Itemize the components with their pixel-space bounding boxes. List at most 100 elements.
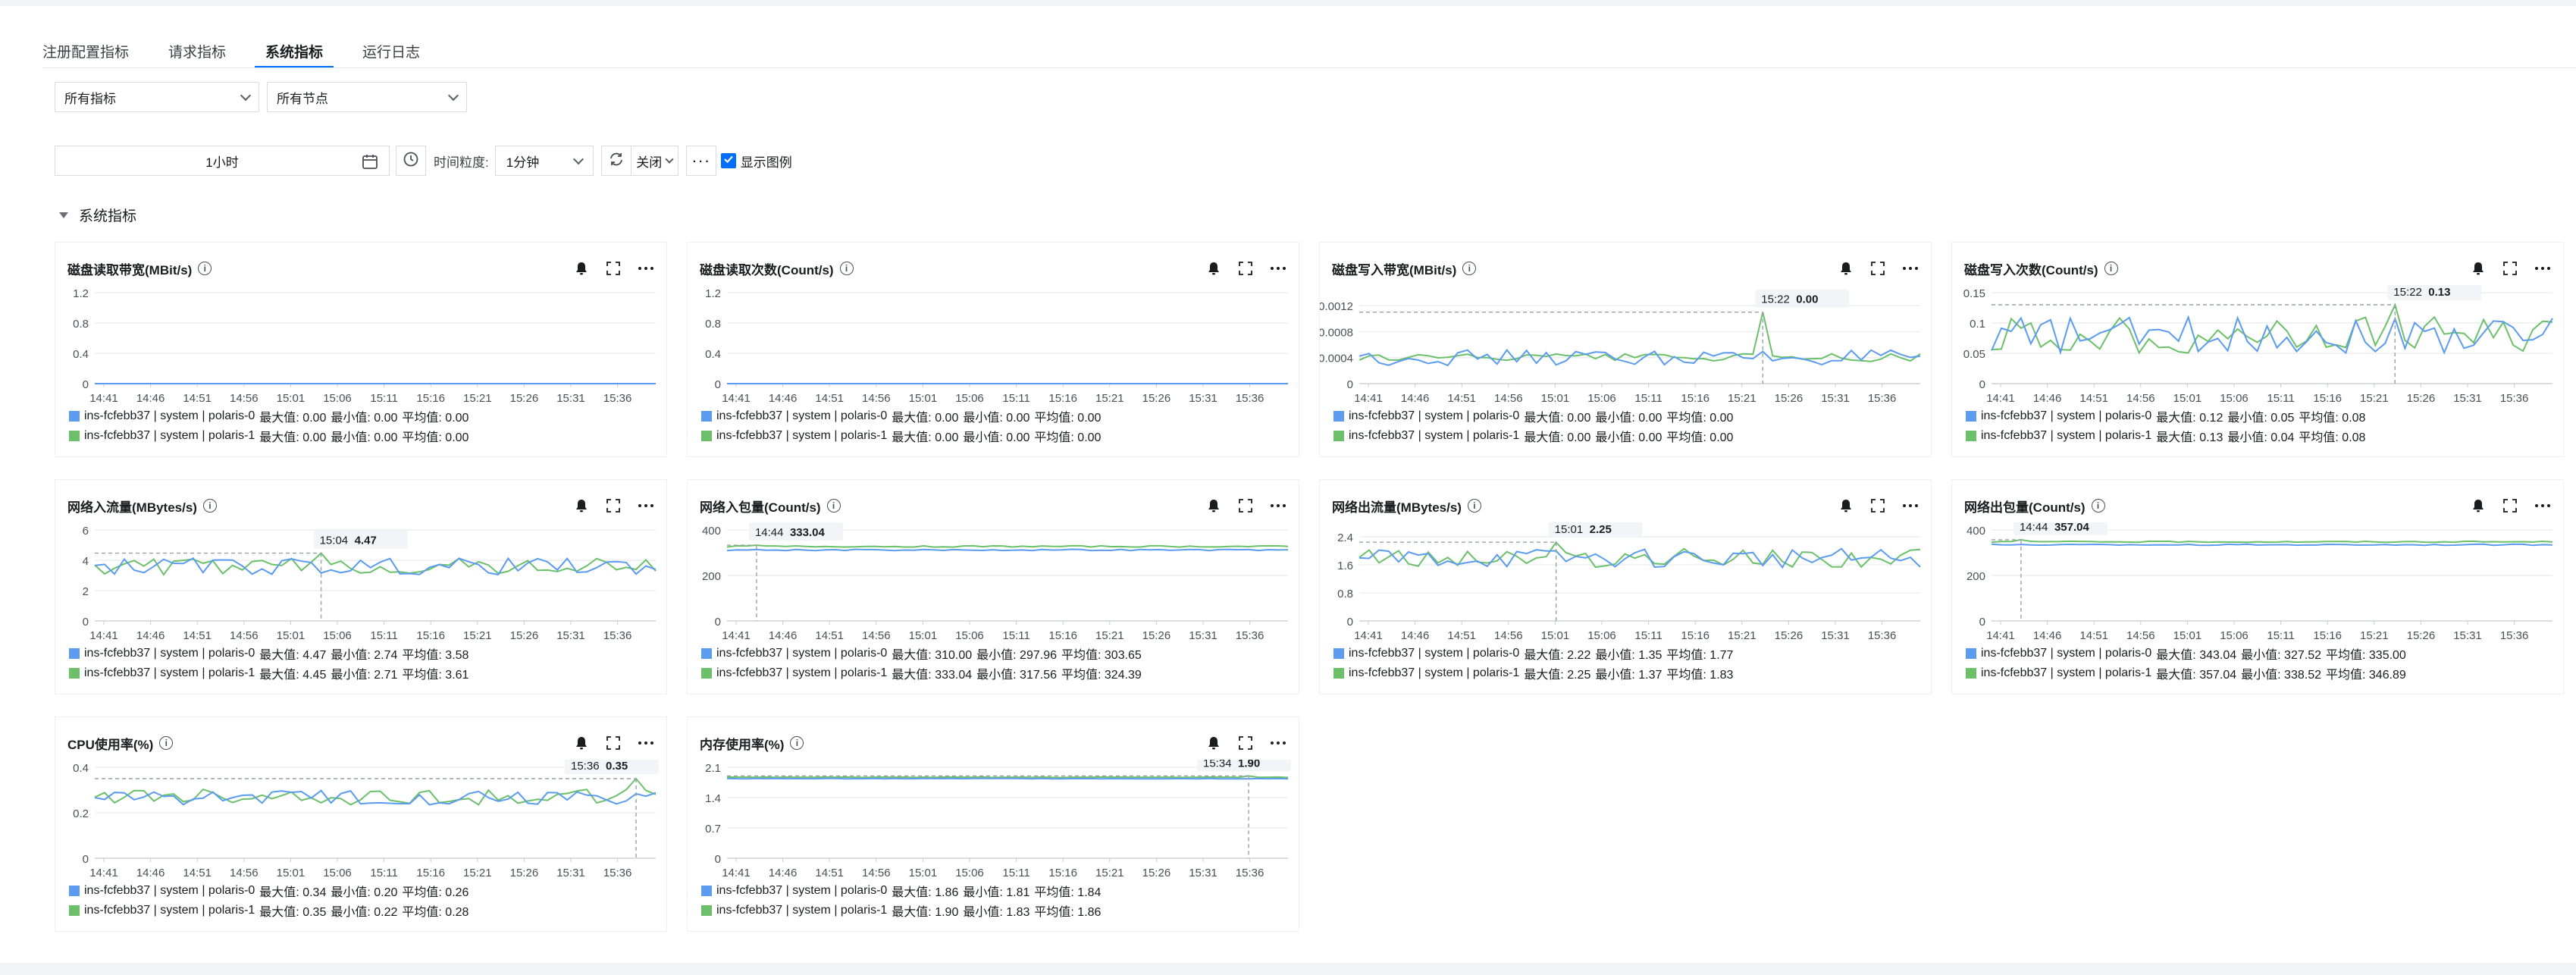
legend-item[interactable]: ins-fcfebb37 | system | polaris-1 最大值: 1.… [701, 901, 1101, 920]
granularity-select[interactable]: 1分钟 [494, 146, 594, 176]
tab-register-metrics[interactable]: 注册配置指标 [42, 33, 149, 68]
bell-icon[interactable] [1206, 261, 1221, 276]
more-icon[interactable] [1902, 261, 1919, 276]
legend-item[interactable]: ins-fcfebb37 | system | polaris-0 最大值: 0.… [701, 406, 1101, 426]
more-icon[interactable] [1270, 498, 1286, 513]
info-icon[interactable]: i [159, 736, 174, 750]
x-tick-label: 15:21 [2360, 392, 2389, 405]
fullscreen-icon[interactable] [1238, 498, 1253, 513]
info-icon[interactable]: i [1462, 262, 1477, 275]
metric-panel: 磁盘写入次数(Count/s) i 0.15 0.1 0.05 0 14:41 14:46 14… [1951, 242, 2564, 457]
fullscreen-icon[interactable] [1238, 261, 1253, 276]
legend-item[interactable]: ins-fcfebb37 | system | polaris-1 最大值: 0.… [701, 426, 1101, 446]
metric-chart[interactable]: 2.1 1.4 0.7 014:41 14:46 14:51 14:56 15:01 15:06… [688, 760, 1300, 881]
fullscreen-icon[interactable] [606, 498, 621, 513]
bell-icon[interactable] [2471, 498, 2486, 513]
tooltip-value: 0.13 [2428, 286, 2450, 299]
legend-item[interactable]: ins-fcfebb37 | system | polaris-0 最大值: 0.… [1333, 406, 1733, 426]
panel-header: 内存使用率(%) i [700, 734, 1286, 752]
auto-refresh-select[interactable]: 关闭 [631, 146, 678, 176]
metric-chart[interactable]: 1.2 0.8 0.4 014:41 14:46 14:51 14:56 15:01 15:06… [55, 285, 668, 406]
more-icon[interactable] [1902, 498, 1919, 513]
info-icon[interactable]: i [826, 499, 841, 513]
metric-chart[interactable]: 6 4 2 014:41 14:46 14:51 14:56 15:01 15:06 15:11 1… [55, 522, 668, 644]
show-legend-checkbox[interactable] [720, 153, 736, 168]
legend-item[interactable]: ins-fcfebb37 | system | polaris-0 最大值: 34… [1966, 644, 2406, 663]
metric-chart[interactable]: 0.15 0.1 0.05 014:41 14:46 14:51 14:56 15:01 15:… [1952, 285, 2565, 406]
more-icon[interactable] [638, 498, 654, 513]
fullscreen-icon[interactable] [1870, 498, 1885, 513]
metric-chart[interactable]: 0.0012 0.0008 0.0004 014:41 14:46 14:51 14:56 1… [1320, 285, 1932, 406]
more-icon[interactable] [1270, 261, 1286, 276]
bell-icon[interactable] [1838, 261, 1854, 276]
fullscreen-icon[interactable] [606, 735, 621, 751]
legend-item[interactable]: ins-fcfebb37 | system | polaris-1 最大值: 0.… [1966, 426, 2365, 446]
section-header[interactable]: 系统指标 [59, 205, 136, 225]
bell-icon[interactable] [574, 498, 589, 513]
info-icon[interactable]: i [839, 262, 854, 275]
more-icon[interactable] [638, 735, 654, 751]
x-tick-label: 15:16 [1681, 629, 1709, 642]
more-icon[interactable] [2534, 261, 2551, 276]
metric-chart[interactable]: 400 200 014:41 14:46 14:51 14:56 15:01 15:06 15:… [1952, 522, 2565, 644]
legend-item[interactable]: ins-fcfebb37 | system | polaris-0 最大值: 0.… [69, 406, 469, 426]
info-icon[interactable]: i [2091, 499, 2105, 513]
refresh-button[interactable] [600, 146, 631, 176]
time-range-picker[interactable]: 1小时 [55, 146, 390, 176]
metrics-select[interactable]: 所有指标 [55, 82, 259, 112]
more-icon[interactable] [638, 261, 654, 276]
legend-item[interactable]: ins-fcfebb37 | system | polaris-1 最大值: 4.… [69, 663, 469, 683]
metric-chart[interactable]: 0.4 0.2 014:41 14:46 14:51 14:56 15:01 15:06 15:… [55, 760, 668, 881]
fullscreen-icon[interactable] [2502, 261, 2518, 276]
legend-item[interactable]: ins-fcfebb37 | system | polaris-0 最大值: 2.… [1333, 644, 1733, 663]
legend-swatch [69, 648, 80, 659]
fullscreen-icon[interactable] [2502, 498, 2518, 513]
bell-icon[interactable] [1206, 498, 1221, 513]
fullscreen-icon[interactable] [1870, 261, 1885, 276]
legend-max: 最大值: 0.00 [259, 412, 327, 425]
legend-item[interactable]: ins-fcfebb37 | system | polaris-0 最大值: 31… [701, 644, 1142, 663]
metric-chart[interactable]: 1.2 0.8 0.4 014:41 14:46 14:51 14:56 15:01 15:06… [688, 285, 1300, 406]
legend-item[interactable]: ins-fcfebb37 | system | polaris-1 最大值: 0.… [1333, 426, 1733, 446]
more-icon[interactable] [2534, 498, 2551, 513]
legend-item[interactable]: ins-fcfebb37 | system | polaris-0 最大值: 4.… [69, 644, 469, 663]
x-tick-label: 15:16 [416, 629, 445, 642]
legend-item[interactable]: ins-fcfebb37 | system | polaris-0 最大值: 0.… [69, 881, 469, 901]
x-tick-label: 15:16 [2313, 629, 2342, 642]
legend-min: 最小值: 0.00 [963, 431, 1030, 444]
legend-item[interactable]: ins-fcfebb37 | system | polaris-1 最大值: 0.… [69, 426, 469, 446]
legend-item[interactable]: ins-fcfebb37 | system | polaris-1 最大值: 0.… [69, 901, 469, 920]
x-tick-label: 14:46 [1401, 392, 1430, 405]
more-icon[interactable] [1270, 735, 1286, 751]
bell-icon[interactable] [574, 735, 589, 751]
bell-icon[interactable] [1206, 735, 1221, 751]
tab-run-logs[interactable]: 运行日志 [362, 33, 440, 68]
metric-chart[interactable]: 2.4 1.6 0.8 014:41 14:46 14:51 14:56 15:01 15:06… [1320, 522, 1932, 644]
bell-icon[interactable] [2471, 261, 2486, 276]
legend-item[interactable]: ins-fcfebb37 | system | polaris-0 最大值: 1.… [701, 881, 1101, 901]
tab-request-metrics[interactable]: 请求指标 [168, 33, 246, 68]
caret-down-icon [59, 212, 68, 218]
info-icon[interactable]: i [202, 499, 217, 513]
fullscreen-icon[interactable] [1238, 735, 1253, 751]
fullscreen-icon[interactable] [606, 261, 621, 276]
bell-icon[interactable] [574, 261, 589, 276]
clock-button[interactable] [396, 146, 426, 176]
legend-item[interactable]: ins-fcfebb37 | system | polaris-1 最大值: 2.… [1333, 663, 1733, 683]
x-tick-label: 15:36 [603, 629, 632, 642]
more-options-button[interactable]: ··· [685, 146, 716, 176]
info-icon[interactable]: i [790, 736, 804, 750]
tab-system-metrics[interactable]: 系统指标 [255, 33, 343, 68]
x-tick-label: 15:26 [2407, 392, 2436, 405]
bell-icon[interactable] [1838, 498, 1854, 513]
metric-chart[interactable]: 400 200 014:41 14:46 14:51 14:56 15:01 15:06 15:… [688, 522, 1300, 644]
legend-item[interactable]: ins-fcfebb37 | system | polaris-0 最大值: 0.… [1966, 406, 2365, 426]
info-icon[interactable]: i [1467, 499, 1481, 513]
legend-series-name: ins-fcfebb37 | system | polaris-0 [716, 647, 888, 660]
legend-item[interactable]: ins-fcfebb37 | system | polaris-1 最大值: 33… [701, 663, 1142, 683]
legend-item[interactable]: ins-fcfebb37 | system | polaris-1 最大值: 35… [1966, 663, 2406, 683]
legend-avg: 平均值: 0.00 [1034, 431, 1102, 444]
info-icon[interactable]: i [2104, 262, 2118, 275]
info-icon[interactable]: i [198, 262, 212, 275]
nodes-select[interactable]: 所有节点 [267, 82, 467, 112]
